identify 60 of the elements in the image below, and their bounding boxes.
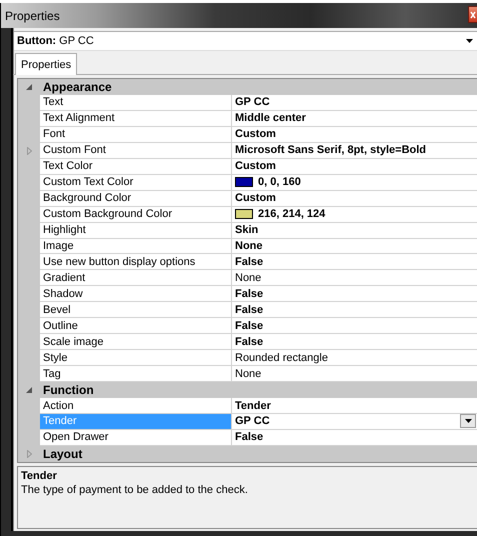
property-value: None (235, 368, 262, 380)
property-value: Custom (235, 192, 277, 204)
property-name[interactable]: Font (40, 126, 232, 143)
property-value: False (235, 288, 264, 300)
property-value: GP CC (235, 96, 271, 108)
property-name[interactable]: Use new button display options (40, 254, 232, 270)
property-value: Custom (235, 128, 277, 140)
property-name[interactable]: Custom Background Color (40, 206, 232, 223)
property-name[interactable]: Tag (40, 366, 232, 382)
description-text: The type of payment to be added to the check. (21, 484, 249, 496)
property-value: 216, 214, 124 (258, 208, 326, 220)
expand-icon (26, 450, 32, 458)
property-name[interactable]: Text Color (40, 158, 232, 175)
property-name[interactable]: Custom Text Color (40, 174, 232, 191)
property-value: None (235, 272, 262, 284)
property-name[interactable]: Custom Font (40, 142, 232, 159)
property-name[interactable]: Text (40, 94, 232, 111)
category-name: Appearance (42, 79, 113, 95)
property-name[interactable]: Text Alignment (40, 110, 232, 127)
property-name[interactable]: Background Color (40, 190, 232, 207)
close-icon (470, 10, 476, 18)
property-value: None (235, 240, 264, 252)
property-name[interactable]: Highlight (40, 222, 232, 239)
property-name[interactable]: Bevel (40, 302, 232, 318)
window-title: Properties (4, 8, 60, 22)
property-value: Custom (235, 160, 277, 172)
property-name[interactable]: Scale image (40, 334, 232, 350)
property-name[interactable]: Open Drawer (40, 430, 232, 446)
collapse-icon (26, 84, 32, 90)
property-value: False (235, 336, 264, 348)
property-value: GP CC (235, 415, 271, 428)
property-value: Skin (235, 224, 260, 236)
property-name[interactable]: Gradient (40, 270, 232, 286)
collapse-icon (26, 387, 32, 394)
tab[interactable]: Properties (15, 53, 78, 75)
property-name[interactable]: Shadow (40, 286, 232, 302)
property-value: Rounded rectangle (235, 352, 329, 364)
property-value: Tender (235, 400, 272, 412)
property-value: Middle center (235, 112, 307, 124)
category-header[interactable]: Layout (18, 446, 477, 462)
category-name: Layout (42, 446, 84, 462)
property-name[interactable]: Action (40, 398, 232, 414)
property-name[interactable]: Outline (40, 318, 232, 334)
category-header[interactable]: Function (18, 382, 477, 398)
property-name[interactable]: Style (40, 350, 232, 366)
property-value: False (235, 431, 264, 444)
dropdown-button[interactable] (460, 414, 476, 428)
property-value: False (235, 320, 264, 332)
caret-icon (466, 39, 473, 43)
object-selector[interactable]: Button: GP CC (14, 31, 477, 51)
description-title: Tender (21, 470, 58, 482)
category-header[interactable]: Appearance (18, 79, 477, 95)
property-value: False (235, 304, 264, 316)
category-name: Function (42, 382, 95, 398)
property-name[interactable]: Image (40, 238, 232, 254)
caret-icon (464, 419, 472, 424)
property-value: False (235, 256, 264, 268)
property-value: 0, 0, 160 (258, 176, 302, 188)
close-button[interactable] (468, 6, 477, 23)
property-value: Microsoft Sans Serif, 8pt, style=Bold (235, 144, 428, 156)
